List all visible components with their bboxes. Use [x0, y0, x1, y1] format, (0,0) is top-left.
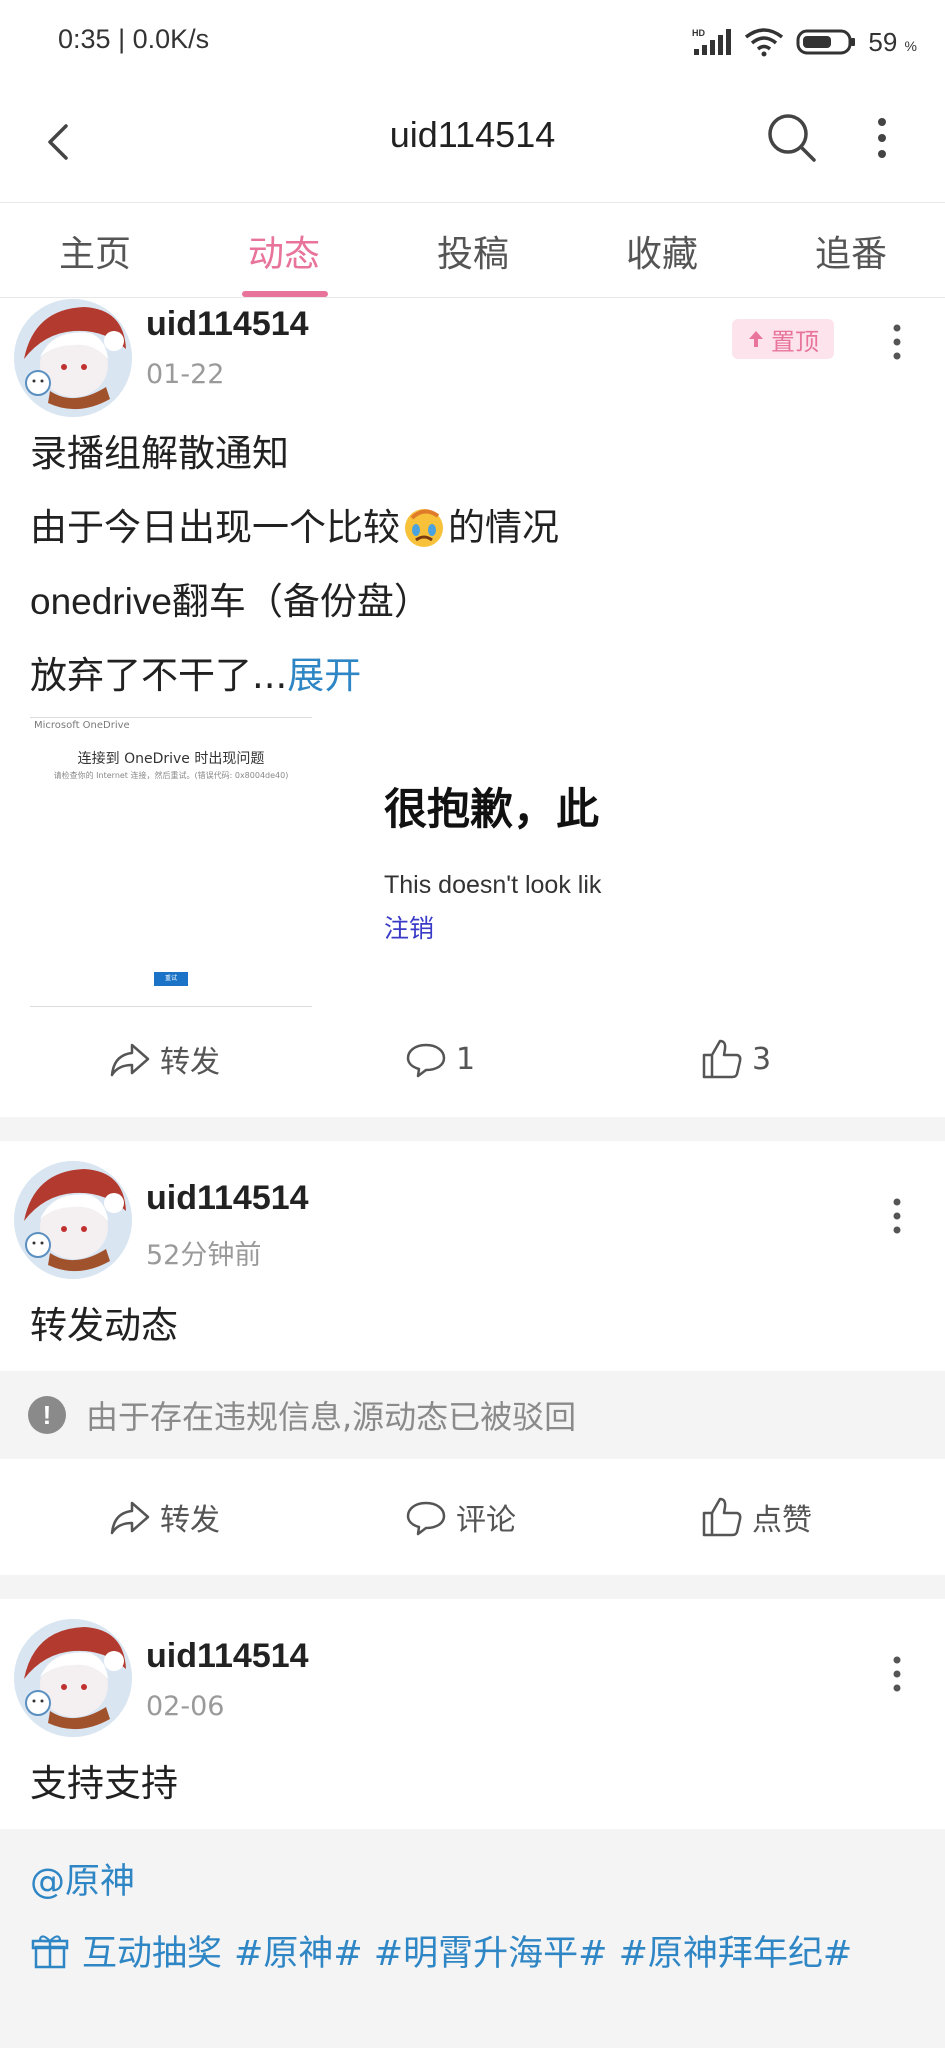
avatar[interactable] — [14, 1619, 132, 1737]
blocked-notice-text: 由于存在违规信息,源动态已被驳回 — [86, 1398, 577, 1436]
search-button[interactable] — [760, 106, 824, 170]
like-button[interactable]: 3 — [700, 1019, 771, 1099]
like-button[interactable]: 点赞 — [700, 1477, 812, 1557]
reposted-content[interactable]: @原神 互动抽奖 #原神# #明霄升海平# #原神拜年纪# — [0, 1829, 945, 2048]
post-text-line: 放弃了不干了...展开 — [30, 645, 361, 699]
feed-card: uid114514 52分钟前 转发动态 ! 由于存在违规信息,源动态已被驳回 … — [0, 1141, 945, 1575]
avatar-image — [14, 299, 132, 417]
post-username[interactable]: uid114514 — [146, 305, 309, 344]
more-icon — [893, 1656, 901, 1692]
image-english-text: This doesn't look lik — [384, 871, 602, 899]
post-text-line: onedrive翻车（备份盘） — [30, 581, 431, 622]
feed-card: uid114514 01-22 置顶 录播组解散通知 由于今日出现一个比较 的情… — [0, 299, 945, 1117]
post-more-button[interactable] — [882, 1649, 912, 1699]
pinned-badge: 置顶 — [732, 319, 834, 359]
post-text-line: 由于今日出现一个比较 的情况 — [30, 497, 559, 551]
post-text-fragment: 放弃了不干了... — [30, 654, 288, 697]
comment-button[interactable]: 评论 — [404, 1477, 516, 1557]
post-username[interactable]: uid114514 — [146, 1179, 309, 1218]
post-time: 52分钟前 — [146, 1240, 262, 1271]
comment-label: 评论 — [456, 1503, 516, 1538]
post-more-button[interactable] — [882, 317, 912, 367]
like-icon — [702, 1039, 742, 1079]
status-icons: HD 59 % — [692, 20, 917, 64]
blocked-original-notice: ! 由于存在违规信息,源动态已被驳回 — [0, 1371, 945, 1459]
comment-icon — [406, 1043, 446, 1078]
expand-link[interactable]: 展开 — [287, 654, 361, 697]
battery-unit: % — [904, 37, 917, 54]
warning-icon: ! — [28, 1396, 66, 1434]
repost-label: 转发 — [160, 1045, 220, 1080]
tab-favorites[interactable]: 收藏 — [597, 225, 727, 277]
post-text-line: 转发动态 — [30, 1304, 178, 1347]
clock-text: 0:35 — [58, 24, 111, 54]
post-action-bar: 转发 1 3 — [0, 1019, 945, 1099]
hd-label: HD — [692, 28, 705, 38]
repost-icon — [110, 1501, 150, 1535]
gift-icon — [31, 1934, 69, 1968]
card-separator — [0, 1575, 945, 1599]
repost-label: 转发 — [160, 1503, 220, 1538]
avatar-image — [14, 1619, 132, 1737]
post-image-sorry[interactable]: 很抱歉，此 This doesn't look lik 注销 — [384, 717, 616, 1007]
wifi-icon — [745, 28, 784, 57]
image-signout-text: 注销 — [384, 914, 435, 943]
post-more-button[interactable] — [882, 1191, 912, 1241]
search-icon — [768, 114, 816, 162]
status-time: 0:35 | 0.0K/s — [58, 24, 210, 54]
feed-card: uid114514 02-06 支持支持 @原神 互动抽奖 #原神# #明霄升海… — [0, 1599, 945, 2048]
more-icon — [893, 1198, 901, 1234]
image-heading-text: 很抱歉，此 — [384, 785, 599, 835]
battery-percent: 59 % — [868, 27, 917, 58]
post-text-fragment: 的情况 — [448, 506, 559, 549]
like-count: 3 — [752, 1041, 772, 1077]
battery-value: 59 — [868, 26, 898, 57]
topic-tags[interactable]: #原神# #明霄升海平# #原神拜年纪# — [234, 1925, 852, 1976]
crying-emoji-icon — [405, 509, 443, 547]
tab-dynamics[interactable]: 动态 — [219, 225, 349, 277]
repost-icon — [110, 1043, 150, 1077]
image-retry-button: 重试 — [154, 972, 188, 986]
image-title-text: 连接到 OneDrive 时出现问题 — [77, 751, 265, 767]
post-action-bar: 转发 评论 点赞 — [0, 1477, 945, 1557]
more-button[interactable] — [862, 106, 902, 170]
comment-button[interactable]: 1 — [404, 1019, 475, 1099]
battery-icon — [796, 29, 856, 55]
post-username[interactable]: uid114514 — [146, 1637, 309, 1676]
net-speed-text: 0.0K/s — [132, 24, 210, 54]
tab-bangumi[interactable]: 追番 — [786, 225, 916, 277]
post-time: 01-22 — [146, 359, 225, 390]
post-time: 02-06 — [146, 1691, 225, 1722]
pin-icon — [749, 331, 763, 347]
comment-count: 1 — [456, 1041, 476, 1077]
mention-link[interactable]: @原神 — [30, 1853, 135, 1904]
like-label: 点赞 — [752, 1503, 812, 1538]
like-icon — [702, 1497, 742, 1537]
avatar[interactable] — [14, 299, 132, 417]
lottery-topics: 互动抽奖 #原神# #明霄升海平# #原神拜年纪# — [30, 1925, 852, 1976]
avatar-image — [14, 1161, 132, 1279]
image-subtitle-text: 请检查你的 Internet 连接，然后重试。(错误代码: 0x8004de40… — [53, 771, 289, 780]
avatar[interactable] — [14, 1161, 132, 1279]
signal-icon: HD — [692, 28, 732, 55]
more-icon — [893, 324, 901, 360]
post-text-line: 支持支持 — [30, 1762, 178, 1805]
post-text-line: 录播组解散通知 — [30, 432, 289, 475]
post-text-fragment: 由于今日出现一个比较 — [30, 506, 400, 549]
repost-button[interactable]: 转发 — [108, 1019, 220, 1099]
card-separator — [0, 1117, 945, 1141]
title-bar: uid114514 — [0, 84, 945, 202]
more-icon — [878, 118, 886, 158]
lottery-label[interactable]: 互动抽奖 — [82, 1925, 222, 1976]
repost-button[interactable]: 转发 — [108, 1477, 220, 1557]
tab-posts[interactable]: 投稿 — [408, 225, 538, 277]
tab-home[interactable]: 主页 — [30, 225, 160, 277]
comment-icon — [406, 1501, 446, 1536]
profile-tabs: 主页 动态 投稿 收藏 追番 — [0, 202, 945, 298]
image-brand-text: Microsoft OneDrive — [34, 720, 130, 731]
pinned-label: 置顶 — [771, 327, 819, 356]
post-image-onedrive-error[interactable]: Microsoft OneDrive 连接到 OneDrive 时出现问题 请检… — [30, 717, 312, 1007]
tab-active-indicator — [242, 291, 328, 297]
status-bar: 0:35 | 0.0K/s HD 59 % — [0, 0, 945, 84]
